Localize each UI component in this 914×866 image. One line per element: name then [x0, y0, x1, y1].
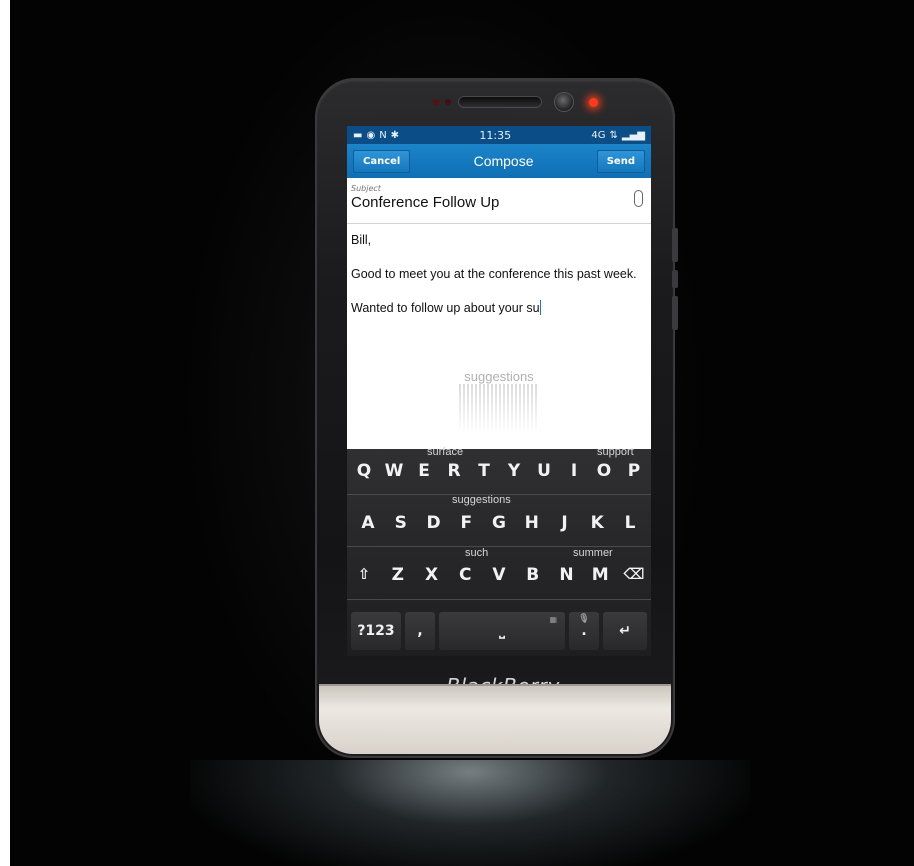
key-d[interactable]: D [419, 513, 449, 533]
nfc-icon: Ν [379, 129, 387, 141]
front-camera [555, 93, 573, 111]
status-time: 11:35 [479, 128, 512, 142]
symbols-key[interactable]: ?123 [351, 612, 401, 650]
keyboard-row-2: A S D F G H J K L [347, 513, 651, 533]
word-suggestion[interactable]: summer [573, 547, 613, 559]
key-s[interactable]: S [386, 513, 416, 533]
proximity-sensor [433, 99, 439, 105]
key-f[interactable]: F [451, 513, 481, 533]
period-key[interactable]: . 🎙 [569, 612, 599, 650]
text-cursor [539, 300, 542, 315]
status-right-icons: 4G ⇅ ▂▄▆ [591, 130, 645, 141]
send-button[interactable]: Send [596, 149, 645, 173]
word-suggestion[interactable]: support [597, 446, 634, 458]
network-label: 4G [591, 129, 606, 141]
subject-field[interactable]: Subject Conference Follow Up [347, 178, 651, 224]
key-u[interactable]: U [529, 461, 559, 481]
key-n[interactable]: N [552, 565, 582, 585]
key-k[interactable]: K [582, 513, 612, 533]
phone-device: ▬ ◉ Ν ✱ 11:35 4G ⇅ ▂▄▆ Cancel Compose Se… [315, 78, 678, 758]
period-label: . [581, 623, 587, 639]
key-x[interactable]: X [417, 565, 447, 585]
key-y[interactable]: Y [499, 461, 529, 481]
floor-reflection [190, 760, 750, 866]
signal-icon: ▂▄▆ [621, 129, 645, 141]
keyboard-row-3: ⇧ Z X C V B N M ⌫ [347, 565, 651, 585]
key-l[interactable]: L [615, 513, 645, 533]
key-e[interactable]: E [409, 461, 439, 481]
page-title: Compose [473, 153, 534, 169]
key-w[interactable]: W [379, 461, 409, 481]
key-t[interactable]: T [469, 461, 499, 481]
key-i[interactable]: I [559, 461, 589, 481]
key-v[interactable]: V [484, 565, 514, 585]
notification-icon: ◉ [366, 129, 376, 141]
microphone-icon: 🎙 [578, 614, 590, 624]
keyboard-hide-icon: ▦ [549, 615, 557, 624]
enter-icon: ↵ [619, 623, 631, 639]
word-suggestion[interactable]: suggestions [452, 494, 511, 506]
subject-input[interactable]: Conference Follow Up [351, 194, 647, 211]
key-p[interactable]: P [619, 461, 649, 481]
key-q[interactable]: Q [349, 461, 379, 481]
compose-title-bar: Cancel Compose Send [347, 144, 651, 178]
key-b[interactable]: B [518, 565, 548, 585]
earpiece-speaker [459, 97, 541, 107]
subject-label: Subject [351, 184, 381, 193]
comma-key[interactable]: , [405, 612, 435, 650]
word-suggestion[interactable]: surface [427, 446, 463, 458]
message-body-field[interactable]: Bill, Good to meet you at the conference… [347, 224, 651, 449]
keyboard-row-1: Q W E R T Y U I O P [347, 461, 651, 481]
virtual-keyboard: surface support Q W E R T Y U I O P sugg… [347, 446, 651, 656]
suggestion-hint: suggestions [464, 369, 534, 384]
status-bar: ▬ ◉ Ν ✱ 11:35 4G ⇅ ▂▄▆ [347, 126, 651, 144]
status-left-icons: ▬ ◉ Ν ✱ [353, 130, 399, 141]
key-z[interactable]: Z [383, 565, 413, 585]
suggestion-swipe-indicator [459, 384, 537, 434]
device-chin [319, 684, 671, 754]
enter-key[interactable]: ↵ [603, 612, 647, 650]
cancel-button[interactable]: Cancel [353, 149, 411, 173]
key-h[interactable]: H [517, 513, 547, 533]
product-photo-background: ▬ ◉ Ν ✱ 11:35 4G ⇅ ▂▄▆ Cancel Compose Se… [10, 0, 914, 866]
body-line: Bill, [351, 233, 372, 247]
key-c[interactable]: C [450, 565, 480, 585]
attachment-icon[interactable] [634, 190, 643, 207]
space-bar-icon: ⎵ [499, 623, 505, 639]
keyboard-row-divider [347, 599, 651, 600]
body-line: Good to meet you at the conference this … [351, 267, 637, 281]
key-m[interactable]: M [585, 565, 615, 585]
notification-led [589, 98, 598, 107]
phone-screen: ▬ ◉ Ν ✱ 11:35 4G ⇅ ▂▄▆ Cancel Compose Se… [347, 126, 651, 656]
key-a[interactable]: A [353, 513, 383, 533]
body-line-text: Wanted to follow up about your su [351, 301, 540, 315]
key-o[interactable]: O [589, 461, 619, 481]
side-volume-key [672, 228, 678, 262]
data-arrows-icon: ⇅ [609, 129, 618, 141]
body-line-active: Wanted to follow up about your su [351, 300, 647, 317]
space-key[interactable]: ⎵ ▦ [439, 612, 565, 650]
key-j[interactable]: J [550, 513, 580, 533]
battery-icon: ▬ [353, 129, 363, 141]
keyboard-function-row: ?123 , ⎵ ▦ . 🎙 ↵ [351, 612, 647, 650]
key-r[interactable]: R [439, 461, 469, 481]
side-volume-down-key [672, 296, 678, 330]
shift-key[interactable]: ⇧ [349, 565, 379, 585]
bluetooth-icon: ✱ [390, 129, 400, 141]
backspace-key[interactable]: ⌫ [619, 565, 649, 585]
word-suggestion[interactable]: such [465, 547, 488, 559]
key-g[interactable]: G [484, 513, 514, 533]
side-mute-key [672, 270, 678, 288]
light-sensor [445, 99, 451, 105]
